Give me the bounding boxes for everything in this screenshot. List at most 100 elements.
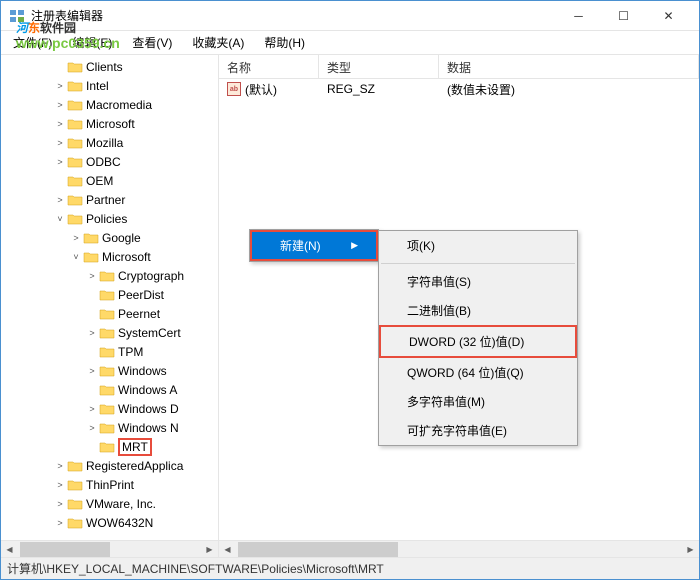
close-button[interactable]: ✕ xyxy=(646,2,691,30)
tree-panel: Clients˃Intel˃Macromedia˃Microsoft˃Mozil… xyxy=(1,55,219,557)
scroll-right-icon[interactable]: ▶ xyxy=(201,541,218,558)
tree-expander-icon[interactable]: ˅ xyxy=(69,250,83,264)
submenu-dword[interactable]: DWORD (32 位)值(D) xyxy=(381,327,575,356)
submenu-expand[interactable]: 可扩充字符串值(E) xyxy=(379,416,577,445)
tree-item[interactable]: ˃WOW6432N xyxy=(1,513,218,532)
tree-expander-icon[interactable]: ˃ xyxy=(85,364,99,378)
tree-item[interactable]: ˃ Intel xyxy=(1,76,218,95)
folder-icon xyxy=(67,212,83,226)
tree-item-label: Intel xyxy=(86,79,109,93)
menu-help[interactable]: 帮助(H) xyxy=(256,31,313,54)
tree-item[interactable]: ˃ThinPrint xyxy=(1,475,218,494)
tree-item[interactable]: ˅Policies xyxy=(1,209,218,228)
tree-expander-icon[interactable]: ˅ xyxy=(53,212,67,226)
tree-item[interactable]: ˃VMware, Inc. xyxy=(1,494,218,513)
list-header: 名称 类型 数据 xyxy=(219,55,699,79)
maximize-button[interactable]: ☐ xyxy=(601,2,646,30)
tree-item-label: Windows A xyxy=(118,383,177,397)
string-value-icon: ab xyxy=(227,82,241,96)
registry-tree[interactable]: Clients˃Intel˃Macromedia˃Microsoft˃Mozil… xyxy=(1,55,218,540)
tree-item[interactable]: ˃Cryptograph xyxy=(1,266,218,285)
tree-item-label: MRT xyxy=(118,438,152,456)
tree-expander-icon[interactable] xyxy=(85,345,99,359)
tree-expander-icon[interactable]: ˃ xyxy=(53,117,67,131)
tree-item[interactable]: ˃Macromedia xyxy=(1,95,218,114)
tree-expander-icon[interactable]: ˃ xyxy=(53,79,67,93)
tree-expander-icon[interactable] xyxy=(85,307,99,321)
tree-expander-icon[interactable]: ˃ xyxy=(53,478,67,492)
submenu-qword[interactable]: QWORD (64 位)值(Q) xyxy=(379,358,577,387)
tree-expander-icon[interactable] xyxy=(85,288,99,302)
tree-item[interactable]: ˅Microsoft xyxy=(1,247,218,266)
scrollbar-thumb[interactable] xyxy=(20,542,110,557)
tree-item[interactable]: Peernet xyxy=(1,304,218,323)
col-data[interactable]: 数据 xyxy=(439,55,699,78)
tree-expander-icon[interactable]: ˃ xyxy=(53,136,67,150)
tree-expander-icon[interactable] xyxy=(85,383,99,397)
col-name[interactable]: 名称 xyxy=(219,55,319,78)
menu-file[interactable]: 文件(F) xyxy=(5,31,60,54)
tree-item[interactable]: ˃Windows N xyxy=(1,418,218,437)
context-menu-new[interactable]: 新建(N) ▶ xyxy=(252,232,376,259)
list-row[interactable]: ab (默认) REG_SZ (数值未设置) xyxy=(219,79,699,99)
tree-item[interactable]: ˃Microsoft xyxy=(1,114,218,133)
tree-scrollbar-horizontal[interactable]: ◀ ▶ xyxy=(1,540,218,557)
menu-view[interactable]: 查看(V) xyxy=(124,31,180,54)
tree-item[interactable]: MRT xyxy=(1,437,218,456)
tree-item[interactable]: ˃ ODBC xyxy=(1,152,218,171)
tree-expander-icon[interactable]: ˃ xyxy=(85,421,99,435)
folder-icon xyxy=(67,60,83,74)
tree-expander-icon[interactable]: ˃ xyxy=(53,497,67,511)
menu-edit[interactable]: 编辑(E) xyxy=(64,31,120,54)
scroll-right-icon[interactable]: ▶ xyxy=(682,541,699,558)
submenu-binary[interactable]: 二进制值(B) xyxy=(379,296,577,325)
scroll-left-icon[interactable]: ◀ xyxy=(1,541,18,558)
tree-item[interactable]: OEM xyxy=(1,171,218,190)
tree-expander-icon[interactable] xyxy=(53,60,67,74)
tree-item[interactable]: PeerDist xyxy=(1,285,218,304)
tree-item[interactable]: ˃ SystemCert xyxy=(1,323,218,342)
tree-item-label: RegisteredApplica xyxy=(86,459,183,473)
scroll-left-icon[interactable]: ◀ xyxy=(219,541,236,558)
tree-item[interactable]: ˃ RegisteredApplica xyxy=(1,456,218,475)
tree-item-label: Clients xyxy=(86,60,123,74)
submenu-string[interactable]: 字符串值(S) xyxy=(379,267,577,296)
tree-item[interactable]: ˃Windows D xyxy=(1,399,218,418)
folder-icon xyxy=(99,440,115,454)
tree-expander-icon[interactable] xyxy=(53,174,67,188)
values-panel: 名称 类型 数据 ab (默认) REG_SZ (数值未设置) 新建(N) ▶ xyxy=(219,55,699,557)
list-scrollbar-horizontal[interactable]: ◀ ▶ xyxy=(219,540,699,557)
list-body[interactable]: ab (默认) REG_SZ (数值未设置) 新建(N) ▶ 项(K) xyxy=(219,79,699,557)
tree-item[interactable]: ˃ Partner xyxy=(1,190,218,209)
value-name: (默认) xyxy=(245,81,277,98)
tree-expander-icon[interactable]: ˃ xyxy=(53,98,67,112)
tree-expander-icon[interactable]: ˃ xyxy=(85,269,99,283)
folder-icon xyxy=(67,193,83,207)
folder-icon xyxy=(99,345,115,359)
tree-expander-icon[interactable]: ˃ xyxy=(53,459,67,473)
tree-item[interactable]: Clients xyxy=(1,57,218,76)
tree-expander-icon[interactable]: ˃ xyxy=(53,155,67,169)
col-type[interactable]: 类型 xyxy=(319,55,439,78)
submenu-multi[interactable]: 多字符串值(M) xyxy=(379,387,577,416)
minimize-button[interactable]: ─ xyxy=(556,2,601,30)
tree-expander-icon[interactable]: ˃ xyxy=(85,402,99,416)
tree-expander-icon[interactable] xyxy=(85,440,99,454)
folder-icon xyxy=(83,250,99,264)
tree-item-label: ODBC xyxy=(86,155,121,169)
tree-expander-icon[interactable]: ˃ xyxy=(53,516,67,530)
scrollbar-thumb[interactable] xyxy=(238,542,398,557)
menu-favorites[interactable]: 收藏夹(A) xyxy=(184,31,252,54)
tree-expander-icon[interactable]: ˃ xyxy=(85,326,99,340)
tree-expander-icon[interactable]: ˃ xyxy=(69,231,83,245)
tree-item[interactable]: ˃Windows xyxy=(1,361,218,380)
tree-item-label: Partner xyxy=(86,193,125,207)
tree-item[interactable]: ˃ Mozilla xyxy=(1,133,218,152)
tree-item[interactable]: ˃Google xyxy=(1,228,218,247)
tree-expander-icon[interactable]: ˃ xyxy=(53,193,67,207)
submenu-key[interactable]: 项(K) xyxy=(379,231,577,260)
tree-item-label: Mozilla xyxy=(86,136,123,150)
tree-item[interactable]: Windows A xyxy=(1,380,218,399)
tree-item-label: SystemCert xyxy=(118,326,181,340)
tree-item[interactable]: TPM xyxy=(1,342,218,361)
